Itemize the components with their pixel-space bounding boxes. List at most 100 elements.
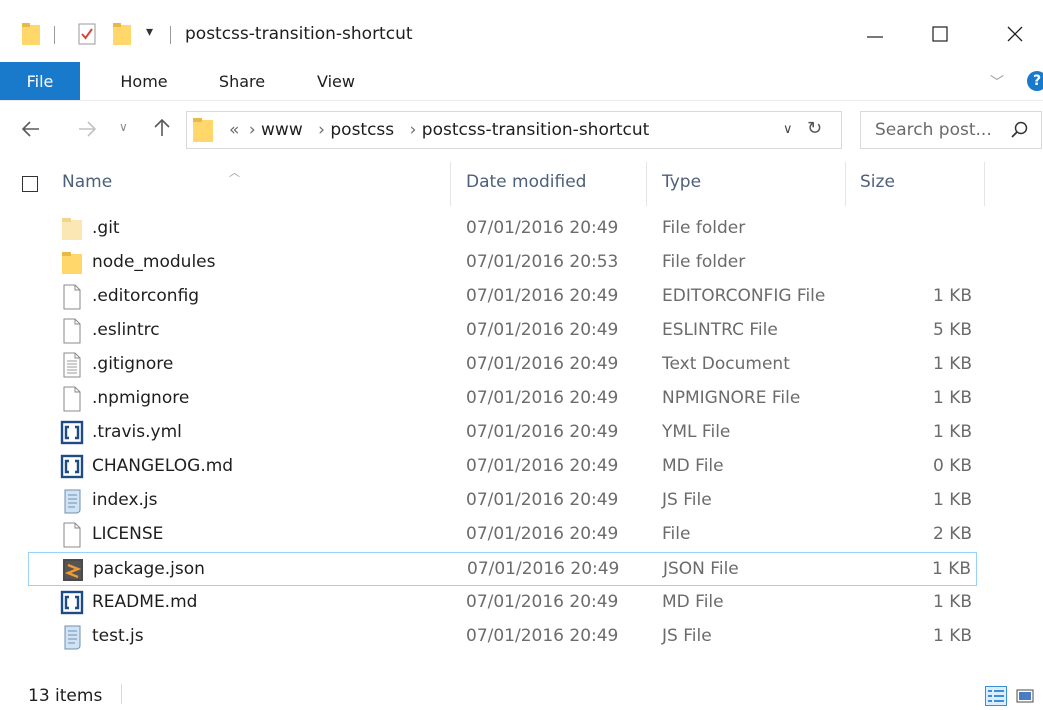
search-box[interactable]: Search post... [860,111,1042,149]
file-size: 1 KB [932,354,972,374]
maximize-button[interactable] [918,14,962,54]
file-row[interactable]: index.js 07/01/2016 20:49 JS File 1 KB [28,484,977,518]
refresh-icon[interactable]: ↻ [807,118,822,139]
up-arrow-icon[interactable] [154,118,170,142]
breadcrumb: « › www › postcss › postcss-transition-s… [229,120,649,140]
expand-ribbon-icon[interactable]: ﹀ [990,72,1004,92]
file-name: CHANGELOG.md [92,456,234,476]
file-name: README.md [92,592,198,612]
column-header-type[interactable]: Type [662,172,701,192]
file-type: JS File [662,490,712,510]
tab-file[interactable]: File [0,62,80,100]
file-row[interactable]: .travis.yml 07/01/2016 20:49 YML File 1 KB [28,416,977,450]
blank-file-icon [60,318,84,344]
file-name: .travis.yml [92,422,182,442]
column-divider[interactable] [845,162,846,206]
breadcrumb-overflow[interactable]: « [229,120,239,140]
status-divider [121,684,122,704]
file-row[interactable]: CHANGELOG.md 07/01/2016 20:49 MD File 0 KB [28,450,977,484]
details-view-icon[interactable] [985,686,1007,706]
customize-toolbar-icon[interactable]: ▾ [146,24,153,40]
file-row[interactable]: package.json 07/01/2016 20:49 JSON File 1 K… [28,552,977,586]
file-date-modified: 07/01/2016 20:49 [466,286,619,306]
column-divider[interactable] [450,162,451,206]
search-input[interactable]: Search post... [875,120,992,140]
file-row[interactable]: .npmignore 07/01/2016 20:49 NPMIGNORE File… [28,382,977,416]
column-divider[interactable] [984,162,985,206]
item-count: 13 items [28,686,103,706]
file-name: .git [92,218,120,238]
file-row[interactable]: .eslintrc 07/01/2016 20:49 ESLINTRC File 5 … [28,314,977,348]
file-row[interactable]: README.md 07/01/2016 20:49 MD File 1 KB [28,586,977,620]
file-row[interactable]: node_modules 07/01/2016 20:53 File folder [28,246,977,280]
file-row[interactable]: LICENSE 07/01/2016 20:49 File 2 KB [28,518,977,552]
tab-home[interactable]: Home [104,62,184,100]
file-date-modified: 07/01/2016 20:49 [466,490,619,510]
title-bar: ▾ postcss-transition-shortcut [0,0,1043,62]
file-name: .npmignore [92,388,190,408]
tab-share[interactable]: Share [202,62,282,100]
file-type: Text Document [662,354,790,374]
tab-view[interactable]: View [296,62,376,100]
help-icon[interactable]: ? [1027,71,1043,91]
column-header-name[interactable]: Name [62,172,112,192]
breadcrumb-separator-icon[interactable]: › [410,120,417,140]
recent-locations-chevron-icon[interactable]: ∨ [119,120,128,134]
breadcrumb-separator-icon[interactable]: › [249,120,256,140]
file-size: 1 KB [932,592,972,612]
folder-light-icon [60,216,84,242]
file-row[interactable]: .gitignore 07/01/2016 20:49 Text Document 1… [28,348,977,382]
forward-arrow-icon[interactable] [78,118,97,142]
blank-file-icon [60,522,84,548]
new-folder-icon[interactable] [113,23,131,45]
select-all-checkbox[interactable] [22,176,38,192]
close-button[interactable] [993,14,1037,54]
sublime-file-icon [61,557,85,583]
file-date-modified: 07/01/2016 20:49 [466,422,619,442]
file-size: 1 KB [932,626,972,646]
minimize-icon [867,36,883,38]
file-name: .gitignore [92,354,174,374]
file-size: 1 KB [932,388,972,408]
file-type: EDITORCONFIG File [662,286,826,306]
search-icon [1011,121,1029,143]
toolbar-separator [170,26,171,44]
breadcrumb-current[interactable]: postcss-transition-shortcut [422,120,650,140]
back-arrow-icon[interactable] [21,118,40,142]
file-type: ESLINTRC File [662,320,778,340]
file-date-modified: 07/01/2016 20:49 [466,626,619,646]
file-date-modified: 07/01/2016 20:49 [466,354,619,374]
minimize-button[interactable] [853,14,897,54]
properties-icon[interactable] [76,23,98,45]
file-size: 1 KB [932,490,972,510]
status-bar: 13 items [0,674,1043,710]
folder-icon [22,23,40,45]
address-dropdown-icon[interactable]: ∨ [783,122,793,137]
file-row[interactable]: .editorconfig 07/01/2016 20:49 EDITORCONFI… [28,280,977,314]
breadcrumb-postcss[interactable]: postcss [330,120,394,140]
toolbar-separator [54,26,55,44]
address-bar[interactable]: « › www › postcss › postcss-transition-s… [186,111,842,149]
blank-file-icon [60,284,84,310]
close-icon [1007,26,1023,42]
file-row[interactable]: test.js 07/01/2016 20:49 JS File 1 KB [28,620,977,654]
file-date-modified: 07/01/2016 20:53 [466,252,619,272]
file-name: .eslintrc [92,320,160,340]
large-icons-view-icon[interactable] [1014,686,1036,706]
file-date-modified: 07/01/2016 20:49 [467,559,620,579]
breadcrumb-www[interactable]: www [261,120,303,140]
script-file-icon [60,488,84,514]
file-row[interactable]: .git 07/01/2016 20:49 File folder [28,212,977,246]
file-name: test.js [92,626,144,646]
file-size: 2 KB [932,524,972,544]
column-header-date[interactable]: Date modified [466,172,586,192]
file-size: 1 KB [932,422,972,442]
text-file-icon [60,352,84,378]
column-divider[interactable] [646,162,647,206]
brackets-file-icon [60,454,84,480]
column-header-size[interactable]: Size [860,172,895,192]
file-size: 1 KB [931,559,971,579]
file-name: package.json [93,559,205,579]
breadcrumb-separator-icon[interactable]: › [318,120,325,140]
file-type: YML File [662,422,731,442]
